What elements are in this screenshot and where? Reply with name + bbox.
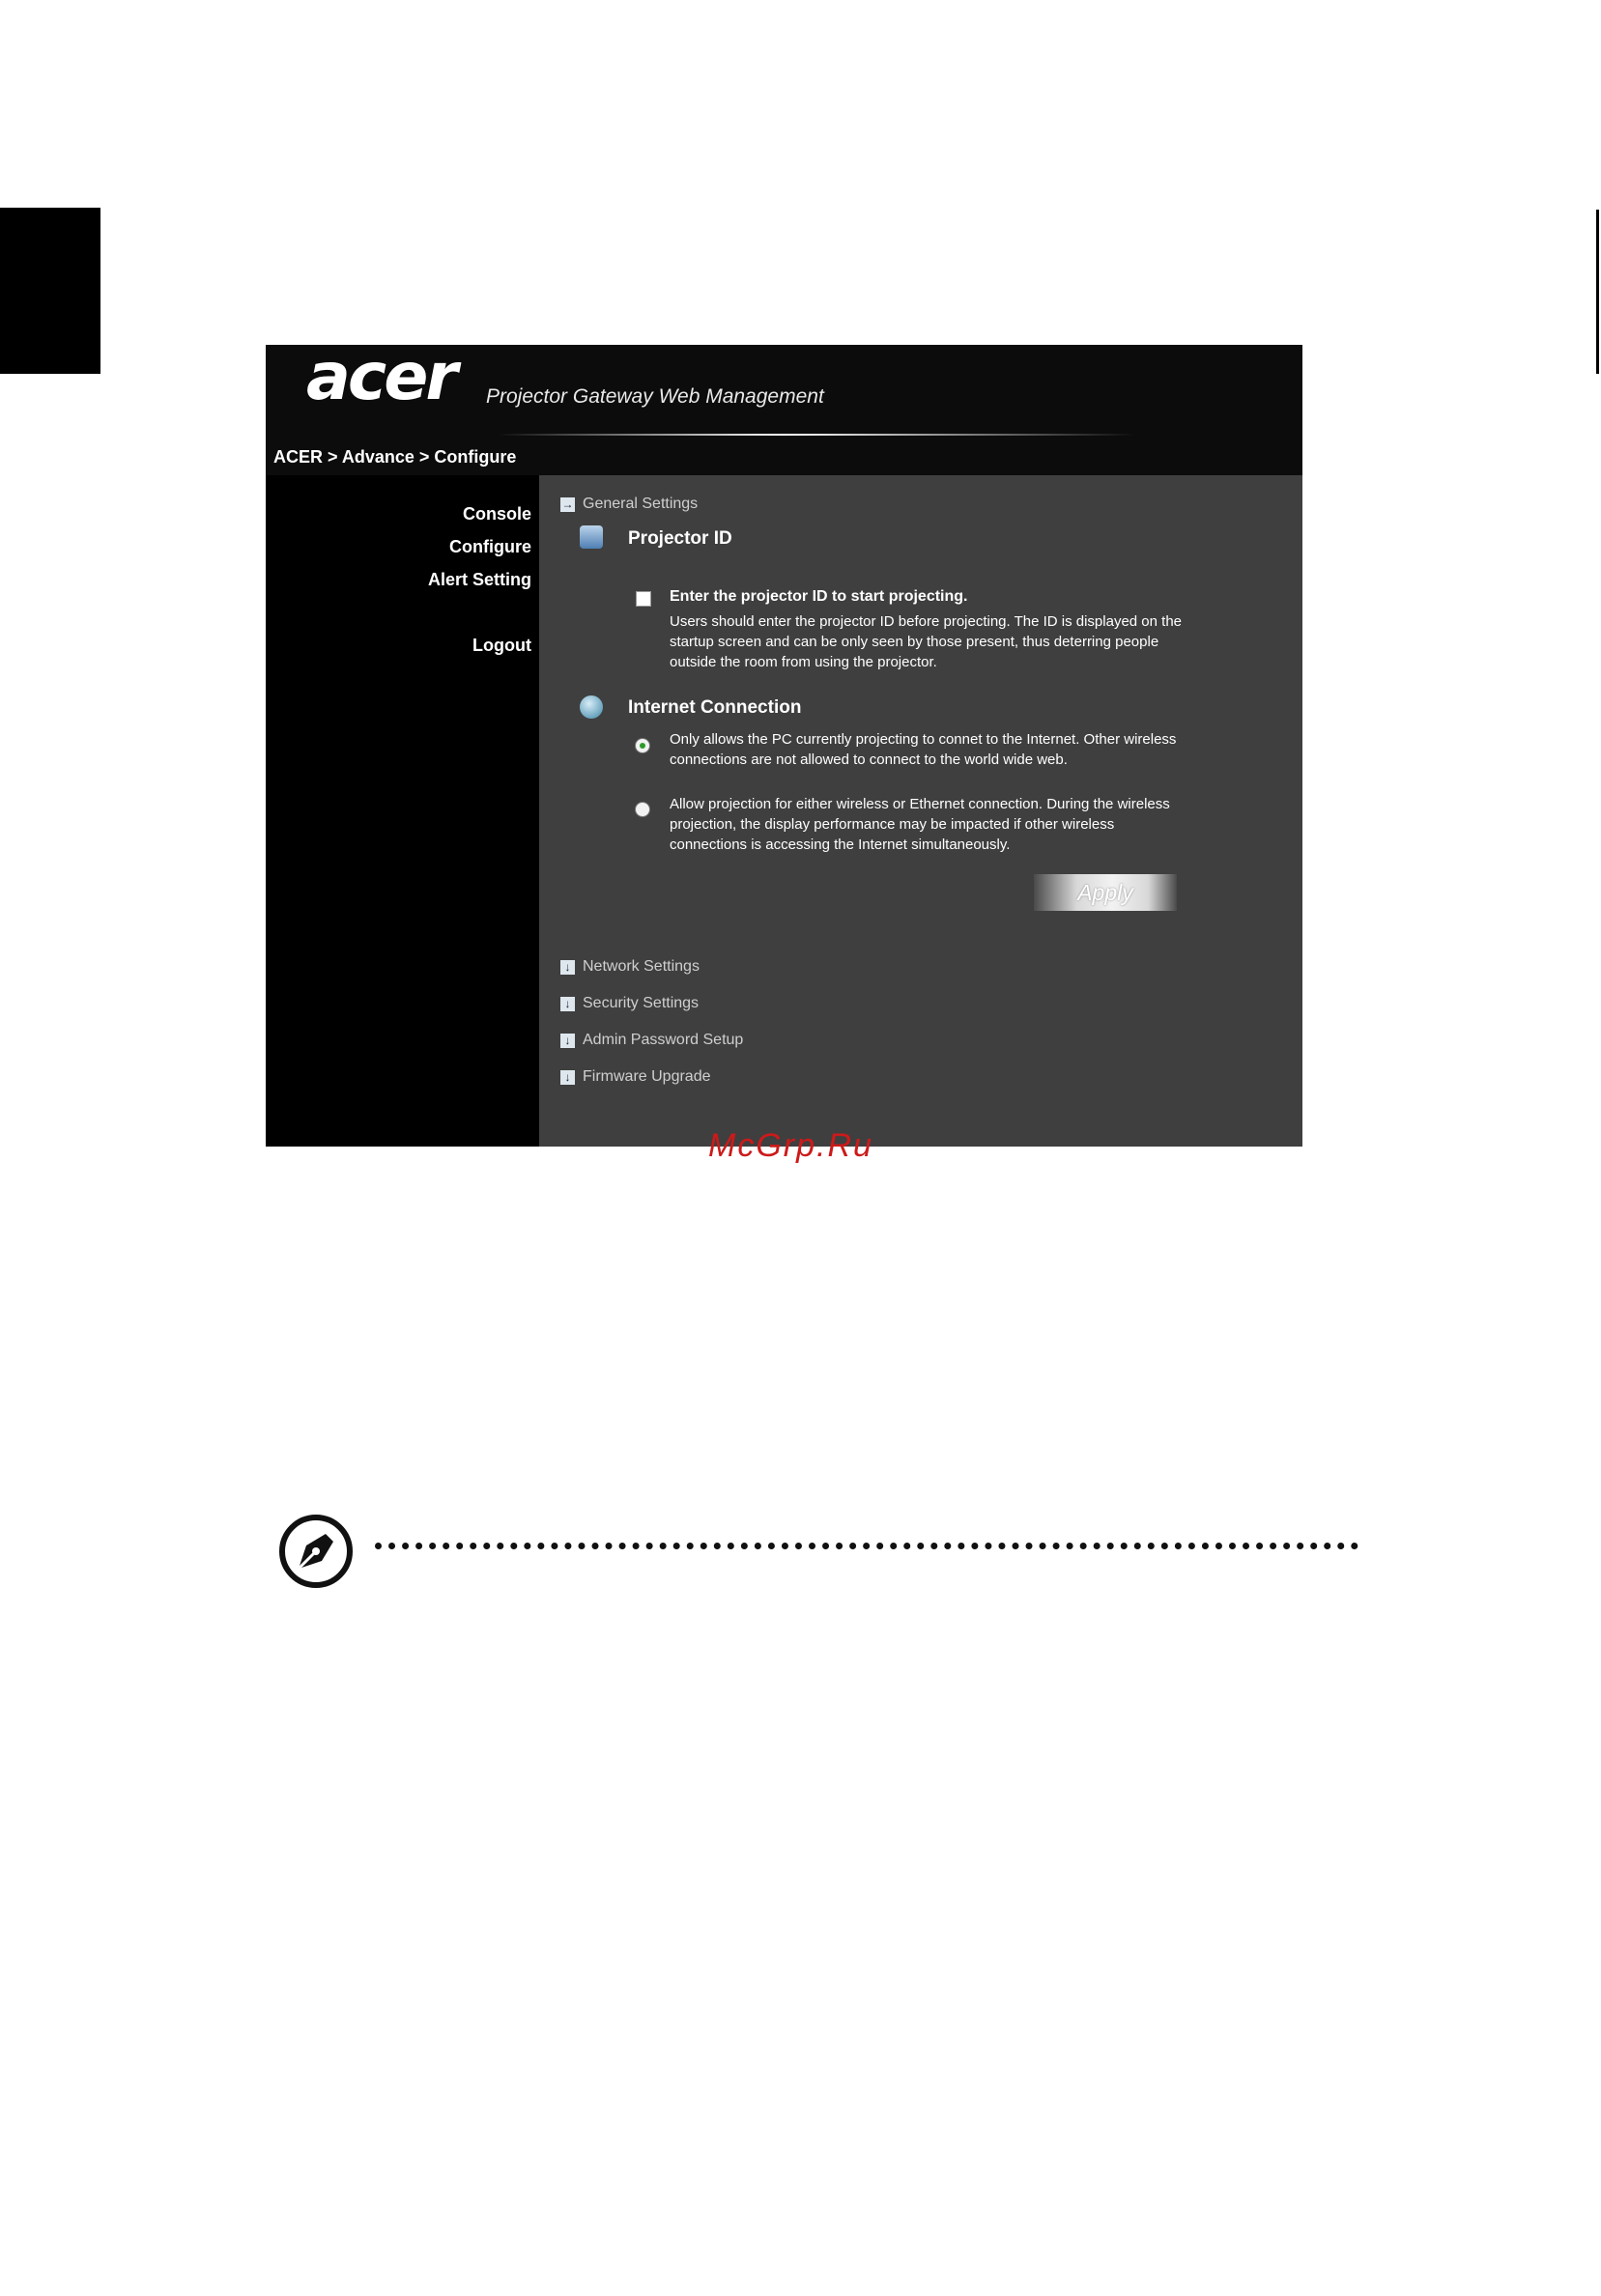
- projector-id-checkbox[interactable]: [636, 591, 651, 607]
- section-admin-password-setup[interactable]: ↓ Admin Password Setup: [560, 1032, 743, 1049]
- section-firmware-upgrade[interactable]: ↓ Firmware Upgrade: [560, 1068, 710, 1086]
- section-security-settings[interactable]: ↓ Security Settings: [560, 995, 699, 1012]
- sidebar-item-console[interactable]: Console: [463, 504, 531, 524]
- section-label: Firmware Upgrade: [583, 1068, 711, 1085]
- section-label: Network Settings: [583, 958, 700, 975]
- sidebar-item-configure[interactable]: Configure: [449, 537, 531, 557]
- internet-option-2-radio[interactable]: [635, 802, 650, 817]
- arrow-down-icon: ↓: [560, 996, 575, 1011]
- note-pen-icon: [279, 1515, 353, 1588]
- section-network-settings[interactable]: ↓ Network Settings: [560, 958, 700, 976]
- internet-connection-title: Internet Connection: [628, 697, 802, 718]
- header-divider: [498, 434, 1135, 436]
- arrow-down-icon: ↓: [560, 1069, 575, 1085]
- section-label: General Settings: [583, 496, 699, 512]
- id-card-icon: [580, 525, 603, 549]
- note-dotted-rule: [375, 1543, 1358, 1549]
- internet-option-1-label: Only allows the PC currently projecting …: [670, 731, 1177, 768]
- apply-button[interactable]: Apply: [1034, 874, 1177, 911]
- section-label: Security Settings: [583, 995, 700, 1011]
- arrow-down-icon: ↓: [560, 959, 575, 975]
- breadcrumb: ACER > Advance > Configure: [273, 447, 517, 467]
- arrow-down-icon: ↓: [560, 1033, 575, 1048]
- watermark: McGrp.Ru: [708, 1127, 873, 1164]
- sidebar-item-alert-setting[interactable]: Alert Setting: [428, 570, 531, 590]
- section-label: Admin Password Setup: [583, 1032, 744, 1048]
- acer-logo: acer: [306, 345, 458, 415]
- header: acer Projector Gateway Web Management AC…: [266, 345, 1302, 475]
- web-management-screenshot: acer Projector Gateway Web Management AC…: [266, 345, 1302, 1147]
- projector-id-description: Users should enter the projector ID befo…: [670, 613, 1183, 670]
- globe-icon: [580, 695, 603, 719]
- arrow-right-icon: →: [560, 496, 575, 512]
- margin-rule: [1596, 210, 1599, 374]
- projector-id-checkbox-label: Enter the projector ID to start projecti…: [670, 588, 968, 605]
- internet-option-1-radio[interactable]: [635, 738, 650, 753]
- internet-option-2-label: Allow projection for either wireless or …: [670, 796, 1170, 853]
- sidebar: Console Configure Alert Setting Logout: [266, 475, 539, 1147]
- projector-id-title: Projector ID: [628, 528, 732, 549]
- sidebar-item-logout[interactable]: Logout: [472, 636, 531, 656]
- configure-panel: → General Settings Projector ID Enter th…: [539, 475, 1302, 1147]
- page-tab-marker: [0, 208, 100, 374]
- section-general-settings[interactable]: → General Settings: [560, 496, 698, 513]
- app-title: Projector Gateway Web Management: [486, 385, 824, 408]
